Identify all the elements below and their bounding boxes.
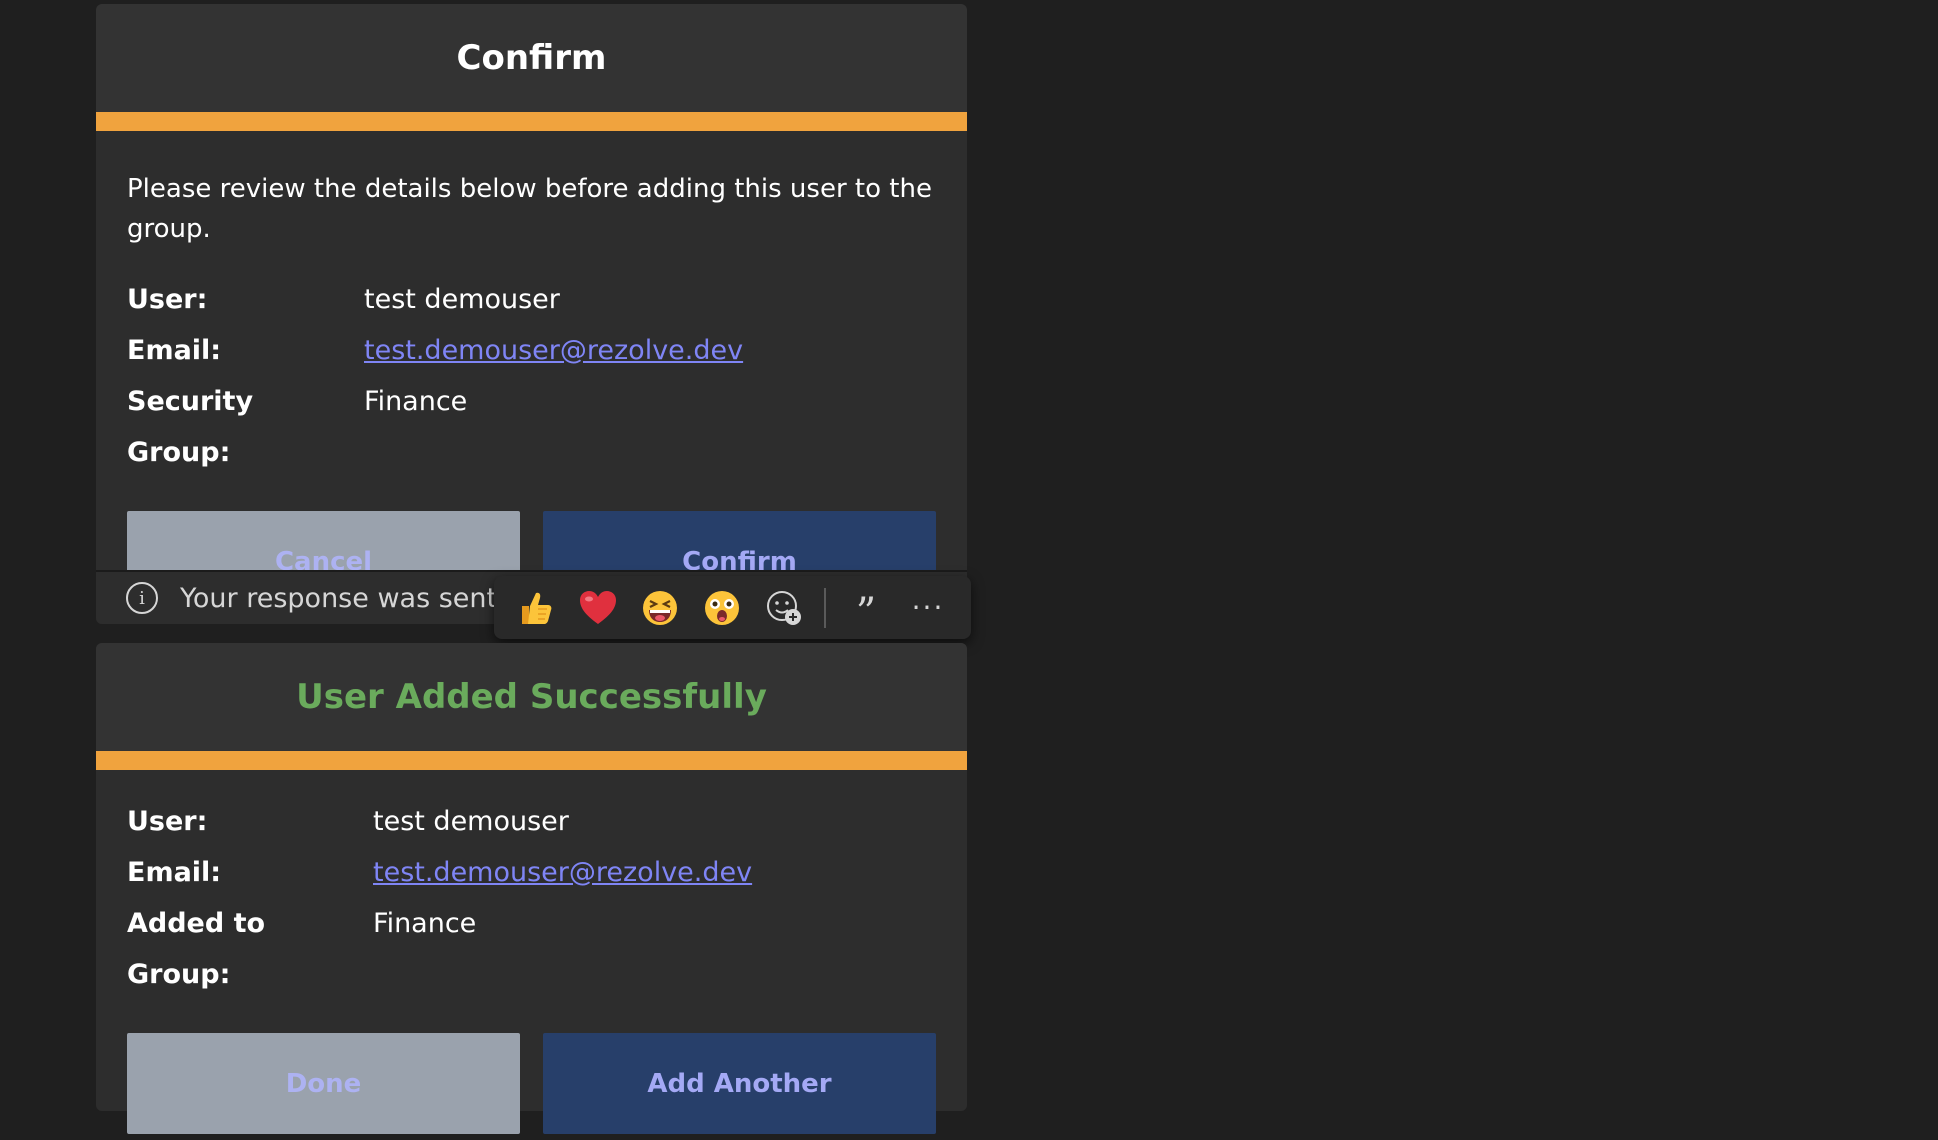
success-card-body: User: test demouser Email: test.demouser… [96, 770, 967, 1134]
email-link[interactable]: test.demouser@rezolve.dev [373, 847, 752, 898]
reaction-divider [824, 587, 826, 628]
added-group-label: Added to Group: [127, 908, 266, 990]
confirm-card-body: Please review the details below before a… [96, 131, 967, 612]
laughing-face-icon[interactable] [640, 588, 680, 628]
quote-reply-icon[interactable]: ” [846, 588, 886, 636]
response-notice-text: Your response was sent t [180, 582, 517, 614]
security-group-row: Security Group: Finance [127, 376, 936, 478]
user-value: test demouser [364, 284, 560, 315]
more-options-icon[interactable]: ··· [908, 591, 948, 624]
info-icon: i [126, 582, 158, 614]
add-reaction-icon[interactable] [764, 588, 804, 628]
user-row: User: test demouser [127, 796, 936, 847]
user-label: User: [127, 806, 208, 837]
email-row: Email: test.demouser@rezolve.dev [127, 847, 936, 898]
email-label: Email: [127, 857, 222, 888]
security-group-label: Security Group: [127, 386, 254, 468]
user-label: User: [127, 284, 208, 315]
success-card-title: User Added Successfully [96, 643, 967, 751]
confirm-card-title: Confirm [96, 4, 967, 112]
added-group-value: Finance [373, 908, 477, 939]
security-group-value: Finance [364, 386, 468, 417]
confirm-card: Confirm Please review the details below … [96, 4, 967, 624]
success-button-row: Done Add Another [127, 1033, 936, 1134]
email-row: Email: test.demouser@rezolve.dev [127, 325, 936, 376]
accent-bar [96, 112, 967, 131]
add-another-button[interactable]: Add Another [543, 1033, 936, 1134]
email-link[interactable]: test.demouser@rezolve.dev [364, 325, 743, 376]
success-card: User Added Successfully User: test demou… [96, 643, 967, 1134]
confirm-intro-text: Please review the details below before a… [127, 174, 932, 244]
user-value: test demouser [373, 806, 569, 837]
heart-icon[interactable] [578, 588, 618, 628]
done-button[interactable]: Done [127, 1033, 520, 1134]
accent-bar [96, 751, 967, 770]
thumbs-up-icon[interactable] [516, 588, 556, 628]
added-group-row: Added to Group: Finance [127, 898, 936, 1000]
user-row: User: test demouser [127, 274, 936, 325]
reaction-bar: ” ··· [494, 576, 971, 639]
email-label: Email: [127, 335, 222, 366]
surprised-face-icon[interactable] [702, 588, 742, 628]
